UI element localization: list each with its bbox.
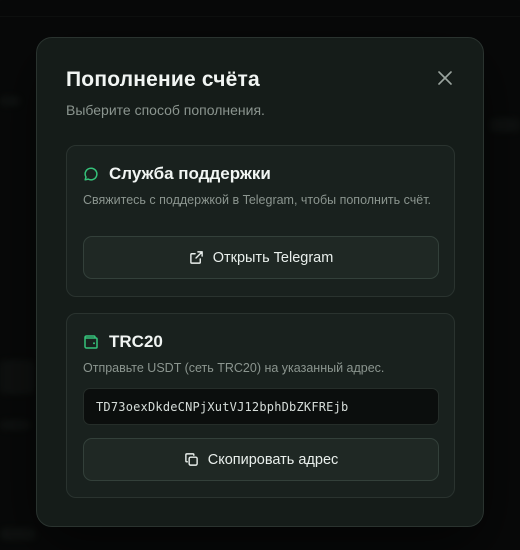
support-card-header: Служба поддержки (83, 164, 271, 184)
support-card-title: Служба поддержки (109, 164, 271, 183)
chat-bubble-icon (84, 167, 98, 181)
open-telegram-label: Открыть Telegram (212, 249, 334, 266)
support-card-description: Свяжитесь с поддержкой в Telegram, чтобы… (83, 193, 432, 207)
copy-address-button[interactable]: Скопировать адрес (83, 438, 439, 481)
copy-address-label: Скопировать адрес (207, 451, 339, 468)
trc20-card: TRC20 Отправьте USDT (сеть TRC20) на ука… (66, 313, 455, 498)
wallet-address-field[interactable]: TD73oexDkdeCNPjXutVJ12bphDbZKFREjb (83, 388, 439, 425)
trc20-card-title: TRC20 (109, 332, 163, 351)
trc20-card-description: Отправьте USDT (сеть TRC20) на указанный… (83, 361, 385, 375)
copy-icon (184, 453, 198, 466)
modal-subtitle: Выберите способ пополнения. (66, 102, 265, 118)
close-icon (438, 71, 452, 85)
trc20-card-header: TRC20 (83, 332, 163, 352)
close-button[interactable] (433, 66, 457, 90)
open-telegram-button[interactable]: Открыть Telegram (83, 236, 439, 279)
modal-title: Пополнение счёта (66, 68, 260, 91)
support-card: Служба поддержки Свяжитесь с поддержкой … (66, 145, 455, 297)
external-link-icon (189, 251, 203, 264)
deposit-modal: Пополнение счёта Выберите способ пополне… (36, 37, 484, 527)
wallet-icon (84, 335, 98, 349)
